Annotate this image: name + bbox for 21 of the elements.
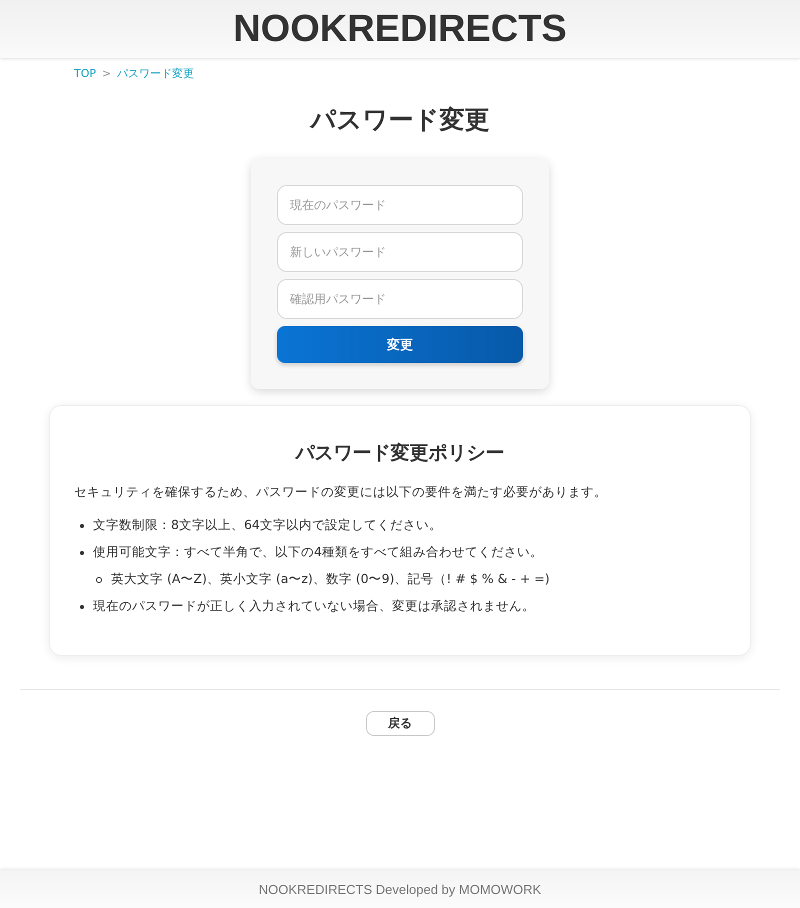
bullet-icon [96,576,102,582]
policy-intro: セキュリティを確保するため、パスワードの変更には以下の要件を満たす必要があります。 [74,484,608,501]
password-field[interactable]: 新しいパスワード [277,232,523,272]
bullet-icon [80,550,84,554]
back-button[interactable]: 戻る [366,711,434,736]
policy-item: 現在のパスワードが正しく入力されていない場合、変更は承認されません。 [93,598,535,615]
policy-title: パスワード変更ポリシー [294,441,506,466]
password-field[interactable]: 現在のパスワード [277,185,523,225]
footer-text: NOOKREDIRECTS Developed by MOMOWORK [258,882,542,896]
page-title: パスワード変更 [308,104,490,136]
breadcrumb-link[interactable]: TOP [74,67,96,80]
site-title: NOOKREDIRECTS [233,8,567,50]
bullet-icon [80,604,84,608]
password-field[interactable]: 確認用パスワード [277,279,523,319]
breadcrumb-separator: > [102,67,112,80]
bullet-icon [80,524,84,528]
submit-button[interactable]: 変更 [277,326,523,363]
policy-item: 使用可能文字：すべて半角で、以下の4種類をすべて組み合わせてください。 [93,544,543,561]
policy-item: 英大文字 (A〜Z)、英小文字 (a〜z)、数字 (0〜9)、記号（! # $ % & - + =) [111,571,550,588]
breadcrumb-link[interactable]: パスワード変更 [117,66,194,81]
policy-item: 文字数制限：8文字以上、64文字以内で設定してください。 [93,517,442,534]
